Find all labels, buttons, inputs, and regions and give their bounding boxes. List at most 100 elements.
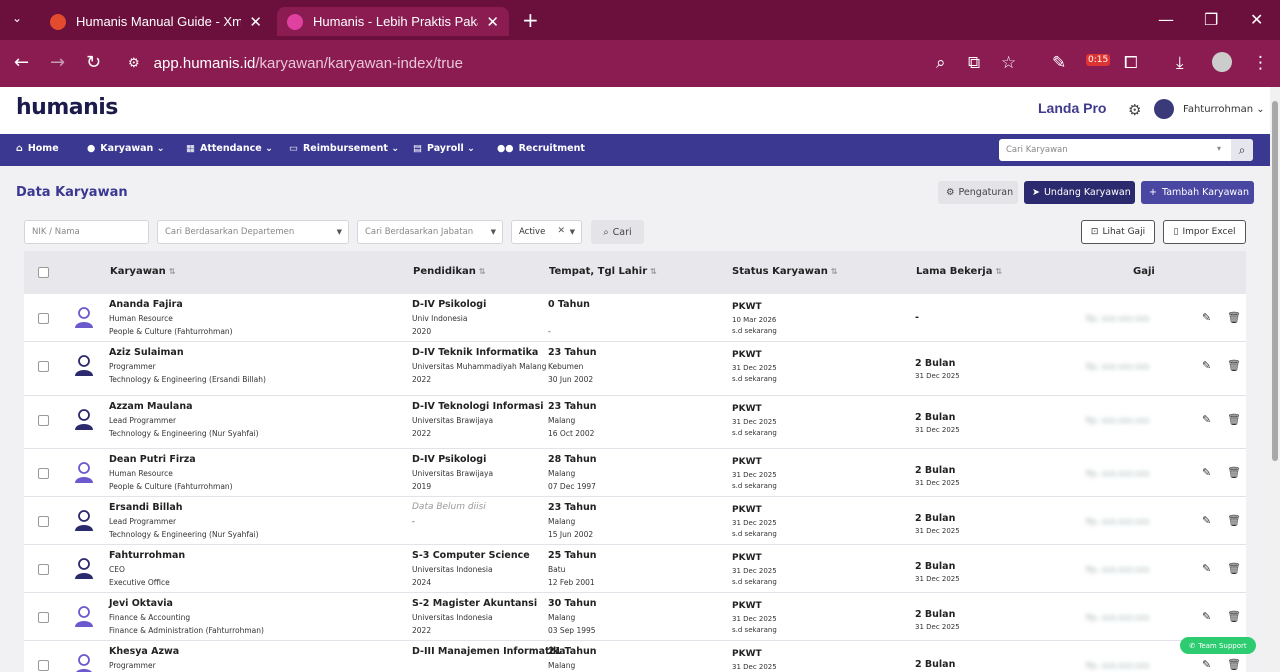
employee-name[interactable]: Azzam Maulana <box>109 401 193 412</box>
column-lama-bekerja[interactable]: Lama Bekerja ⇅ <box>916 266 1002 277</box>
employee-name[interactable]: Jevi Oktavia <box>109 598 173 609</box>
table-row[interactable]: Dean Putri Firza Human Resource People &… <box>24 449 1246 497</box>
employee-name[interactable]: Ananda Fajira <box>109 299 183 310</box>
delete-trash-icon[interactable]: 🗑 <box>1227 413 1241 426</box>
scrollbar-thumb[interactable] <box>1272 101 1278 461</box>
user-name[interactable]: Fahturrohman ⌄ <box>1183 104 1265 115</box>
company-name[interactable]: Landa Pro <box>1038 100 1106 116</box>
row-checkbox[interactable] <box>38 361 49 372</box>
site-info-icon[interactable]: ⚙ <box>128 55 140 71</box>
delete-trash-icon[interactable]: 🗑 <box>1227 658 1241 671</box>
browser-tab-1[interactable]: Humanis Manual Guide - Xmind ✕ <box>40 7 272 36</box>
delete-trash-icon[interactable]: 🗑 <box>1227 466 1241 479</box>
bookmark-star-icon[interactable]: ☆ <box>1001 53 1016 73</box>
table-row[interactable]: Ersandi Billah Lead Programmer Technolog… <box>24 497 1246 545</box>
table-row[interactable]: Fahturrohman CEO Executive Office S-3 Co… <box>24 545 1246 593</box>
edit-icon[interactable]: ✎ <box>1202 610 1211 623</box>
departemen-filter[interactable]: Cari Berdasarkan Departemen ▼ <box>157 220 349 244</box>
extensions-puzzle-icon[interactable]: ⧠ <box>1124 53 1138 73</box>
chevron-down-icon[interactable]: ▾ <box>1217 144 1221 153</box>
row-checkbox[interactable] <box>38 612 49 623</box>
back-icon[interactable]: ← <box>14 52 29 73</box>
add-employee-button[interactable]: + Tambah Karyawan <box>1141 181 1254 204</box>
jabatan-filter[interactable]: Cari Berdasarkan Jabatan ▼ <box>357 220 503 244</box>
page-scrollbar[interactable] <box>1270 87 1280 672</box>
row-checkbox[interactable] <box>38 660 49 671</box>
minimize-icon[interactable]: — <box>1158 10 1174 29</box>
new-tab-button[interactable]: + <box>522 8 539 32</box>
delete-trash-icon[interactable]: 🗑 <box>1227 311 1241 324</box>
delete-trash-icon[interactable]: 🗑 <box>1227 359 1241 372</box>
install-app-icon[interactable]: ⧉ <box>968 53 980 73</box>
menu-reimbursement[interactable]: ▭ Reimbursement ⌄ <box>289 143 399 154</box>
row-checkbox[interactable] <box>38 468 49 479</box>
employee-name[interactable]: Fahturrohman <box>109 550 185 561</box>
row-checkbox[interactable] <box>38 313 49 324</box>
status-filter[interactable]: Active ✕ ▼ <box>511 220 582 244</box>
tab-search-icon[interactable]: ⌄ <box>12 11 22 25</box>
url-field[interactable]: ⚙ app.humanis.id /karyawan/karyawan-inde… <box>120 46 1040 80</box>
employee-name[interactable]: Khesya Azwa <box>109 646 179 657</box>
delete-trash-icon[interactable]: 🗑 <box>1227 610 1241 623</box>
invite-employee-button[interactable]: ➤ Undang Karyawan <box>1024 181 1135 204</box>
employee-name[interactable]: Dean Putri Firza <box>109 454 196 465</box>
edit-icon[interactable]: ✎ <box>1202 514 1211 527</box>
settings-gear-icon[interactable]: ⚙ <box>1128 101 1141 119</box>
download-icon[interactable]: ⤓ <box>1176 53 1184 73</box>
timer-extension-icon[interactable]: 0:15 <box>1086 54 1111 66</box>
column-status-karyawan[interactable]: Status Karyawan ⇅ <box>732 266 838 277</box>
humanis-logo[interactable]: humanis <box>16 95 118 120</box>
edit-icon[interactable]: ✎ <box>1202 311 1211 324</box>
menu-home[interactable]: ⌂ Home <box>16 143 59 154</box>
nik-name-filter[interactable]: NIK / Nama <box>24 220 149 244</box>
column-pendidikan[interactable]: Pendidikan ⇅ <box>413 266 486 277</box>
browser-tab-2[interactable]: Humanis - Lebih Praktis Pakai Humanis ✕ <box>277 7 509 36</box>
team-support-button[interactable]: ✆ Team Support <box>1180 637 1256 654</box>
menu-payroll[interactable]: ▤ Payroll ⌄ <box>413 143 475 154</box>
employee-avatar-icon <box>75 462 93 483</box>
row-checkbox[interactable] <box>38 516 49 527</box>
extension-feather-icon[interactable]: ✎ <box>1052 53 1066 73</box>
close-tab-icon[interactable]: ✕ <box>486 13 499 31</box>
table-row[interactable]: Jevi Oktavia Finance & Accounting Financ… <box>24 593 1246 641</box>
home-icon: ⌂ <box>16 143 23 154</box>
select-all-checkbox[interactable] <box>38 267 49 278</box>
menu-recruitment[interactable]: ●● Recruitment <box>497 143 585 154</box>
edit-icon[interactable]: ✎ <box>1202 359 1211 372</box>
search-button[interactable]: ⌕ Cari <box>591 220 644 244</box>
delete-trash-icon[interactable]: 🗑 <box>1227 562 1241 575</box>
delete-trash-icon[interactable]: 🗑 <box>1227 514 1241 527</box>
view-salary-button[interactable]: ⊡ Lihat Gaji <box>1081 220 1155 244</box>
settings-button[interactable]: ⚙ Pengaturan <box>938 181 1018 204</box>
column-karyawan[interactable]: Karyawan ⇅ <box>110 266 176 277</box>
menu-attendance[interactable]: ▦ Attendance ⌄ <box>186 143 273 154</box>
close-tab-icon[interactable]: ✕ <box>249 13 262 31</box>
menu-karyawan[interactable]: ● Karyawan ⌄ <box>87 143 165 154</box>
row-checkbox[interactable] <box>38 415 49 426</box>
status-until: s.d sekarang <box>732 626 777 634</box>
table-row[interactable]: Ananda Fajira Human Resource People & Cu… <box>24 294 1246 342</box>
close-window-icon[interactable]: ✕ <box>1250 10 1263 29</box>
table-row[interactable]: Aziz Sulaiman Programmer Technology & En… <box>24 342 1246 396</box>
import-excel-button[interactable]: ▯ Impor Excel <box>1163 220 1246 244</box>
edit-icon[interactable]: ✎ <box>1202 466 1211 479</box>
search-icon[interactable]: ⌕ <box>1231 139 1253 161</box>
edit-icon[interactable]: ✎ <box>1202 562 1211 575</box>
search-employee[interactable]: Cari Karyawan ▾ ⌕ <box>999 139 1253 161</box>
restore-icon[interactable]: ❐ <box>1204 10 1218 29</box>
work-duration: 2 Bulan <box>915 412 956 423</box>
forward-icon[interactable]: → <box>50 52 65 73</box>
employee-name[interactable]: Aziz Sulaiman <box>109 347 184 358</box>
row-checkbox[interactable] <box>38 564 49 575</box>
table-row[interactable]: Azzam Maulana Lead Programmer Technology… <box>24 396 1246 449</box>
table-row[interactable]: Khesya Azwa Programmer D-III Manajemen I… <box>24 641 1246 672</box>
edit-icon[interactable]: ✎ <box>1202 413 1211 426</box>
edit-icon[interactable]: ✎ <box>1202 658 1211 671</box>
zoom-icon[interactable]: ⌕ <box>936 53 946 73</box>
browser-menu-icon[interactable]: ⋮ <box>1252 53 1269 73</box>
user-avatar[interactable] <box>1154 99 1174 119</box>
employee-name[interactable]: Ersandi Billah <box>109 502 183 513</box>
reload-icon[interactable]: ↻ <box>86 52 101 73</box>
profile-avatar-icon[interactable] <box>1212 52 1232 72</box>
column-tempat-tgl-lahir[interactable]: Tempat, Tgl Lahir ⇅ <box>549 266 657 277</box>
